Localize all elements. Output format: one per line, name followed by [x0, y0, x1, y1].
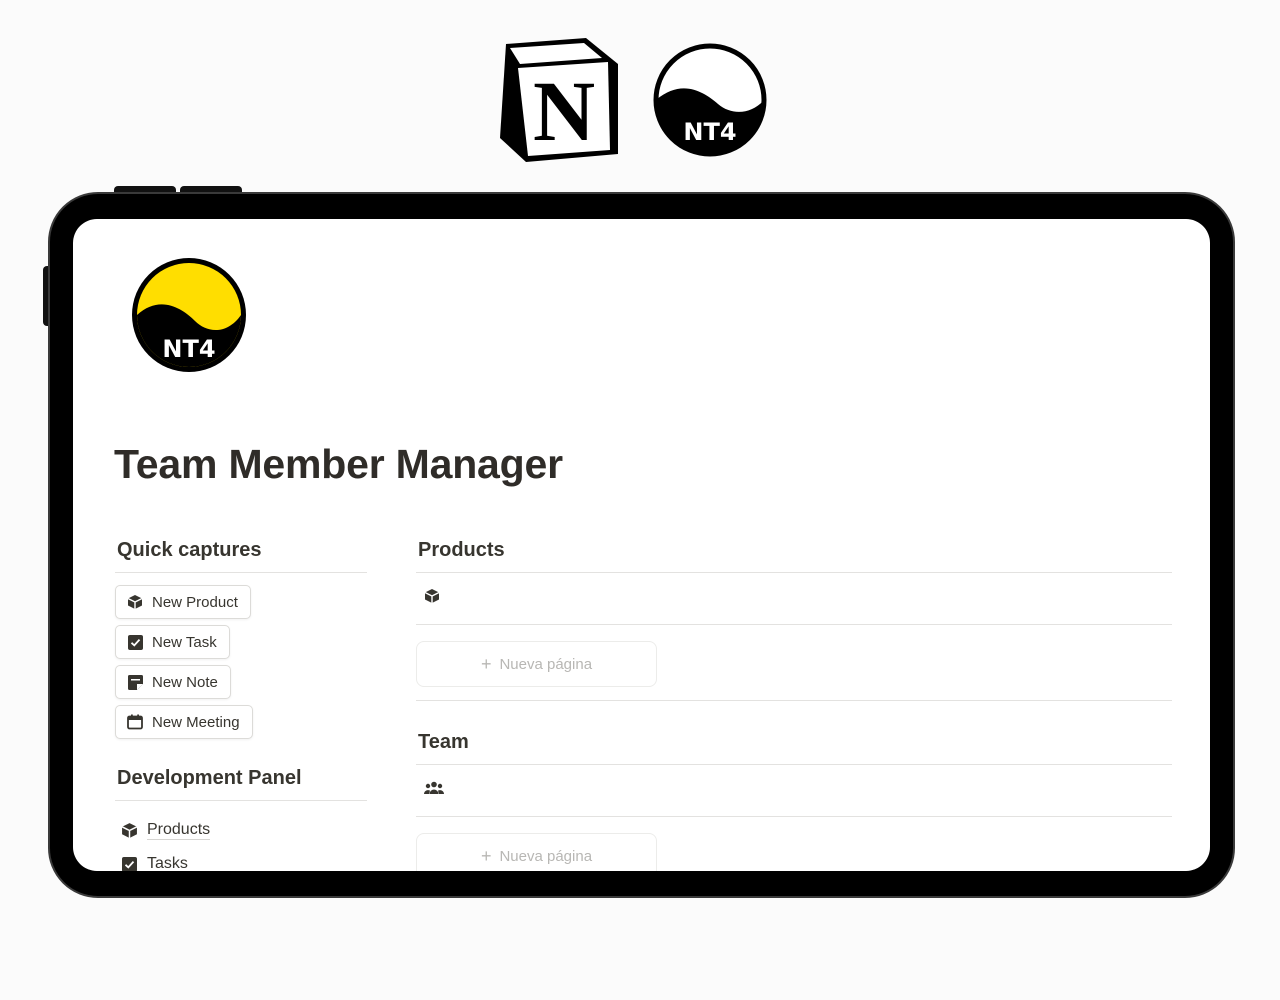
products-database-heading[interactable]: Products — [416, 537, 1172, 573]
new-note-label: New Note — [152, 673, 218, 691]
new-product-button[interactable]: New Product — [115, 585, 251, 619]
database-row[interactable] — [416, 765, 1172, 817]
products-database: Products + Nueva página — [416, 537, 1172, 701]
new-page-area: + Nueva página — [416, 817, 1172, 871]
nt4-page-icon[interactable]: NT4 — [129, 255, 249, 375]
quick-captures-heading: Quick captures — [115, 537, 367, 573]
database-row[interactable] — [416, 573, 1172, 625]
package-icon — [119, 820, 139, 840]
page-title[interactable]: Team Member Manager — [114, 441, 563, 488]
new-page-label: Nueva página — [499, 847, 593, 865]
plus-icon: + — [480, 653, 492, 674]
checkbox-icon — [126, 633, 144, 651]
team-database-heading[interactable]: Team — [416, 729, 1172, 765]
new-page-label: Nueva página — [499, 655, 593, 673]
package-icon — [126, 593, 144, 611]
package-icon — [424, 588, 440, 609]
development-panel-list: Products Tasks — [115, 801, 367, 871]
right-column: Products + Nueva página Team + Nueva pág… — [416, 537, 1172, 871]
dev-link-products[interactable]: Products — [115, 813, 367, 847]
nt4-page-icon-text: NT4 — [162, 335, 215, 363]
new-product-label: New Product — [152, 593, 238, 611]
new-meeting-label: New Meeting — [152, 713, 240, 731]
new-task-label: New Task — [152, 633, 217, 651]
new-page-button[interactable]: + Nueva página — [416, 641, 657, 687]
new-task-button[interactable]: New Task — [115, 625, 230, 659]
team-database: Team + Nueva página — [416, 729, 1172, 871]
note-icon — [126, 673, 144, 691]
nt4-logo-text: NT4 — [683, 118, 736, 146]
new-note-button[interactable]: New Note — [115, 665, 231, 699]
notion-logo-letter: N — [533, 63, 595, 159]
new-page-area: + Nueva página — [416, 625, 1172, 701]
new-page-button[interactable]: + Nueva página — [416, 833, 657, 871]
plus-icon: + — [480, 845, 492, 866]
notion-page: NT4 Team Member Manager Quick captures N… — [73, 219, 1210, 871]
dev-link-tasks-label: Tasks — [147, 855, 188, 872]
brand-logos: N NT4 — [496, 34, 772, 166]
development-panel-heading: Development Panel — [115, 765, 367, 801]
calendar-icon — [126, 713, 144, 731]
checkbox-icon — [119, 854, 139, 871]
left-column: Quick captures New Product New Task New … — [115, 537, 367, 871]
dev-link-products-label: Products — [147, 820, 211, 840]
dev-link-tasks[interactable]: Tasks — [115, 847, 367, 871]
notion-logo-icon: N — [500, 38, 618, 162]
quick-captures-list: New Product New Task New Note New Meetin… — [115, 573, 367, 745]
nt4-logo-icon: NT4 — [653, 43, 767, 157]
people-icon — [424, 781, 444, 800]
new-meeting-button[interactable]: New Meeting — [115, 705, 253, 739]
